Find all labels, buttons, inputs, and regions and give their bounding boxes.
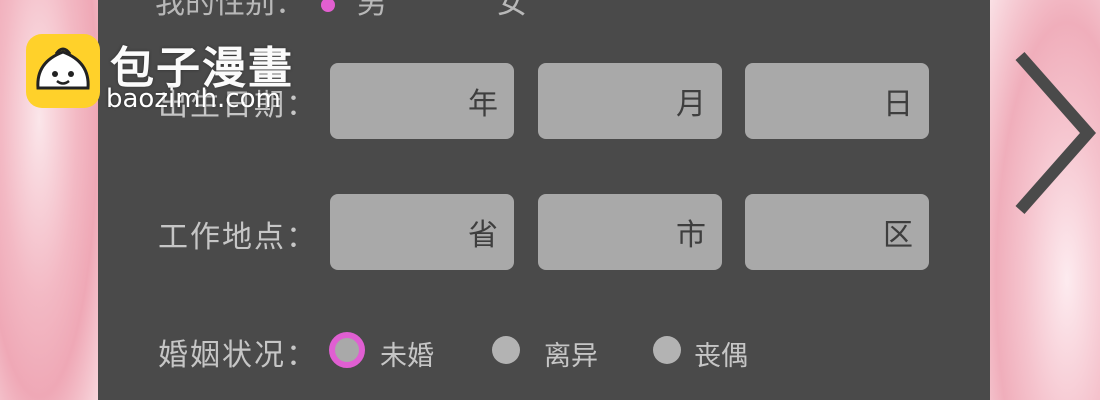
chevron-right-icon[interactable] [1006, 48, 1097, 218]
work-city-text: 市 [676, 218, 706, 253]
gender-radio-male[interactable] [321, 0, 335, 12]
marital-option-divorced: 离异 [544, 341, 598, 372]
birth-day-text: 日 [883, 87, 913, 122]
gender-option-female: 女 [497, 0, 527, 21]
gender-row: 我的性别： 男 女 [155, 0, 527, 21]
marital-radio-widowed[interactable] [653, 336, 681, 364]
work-city-select[interactable]: 市 [538, 194, 722, 270]
work-province-text: 省 [468, 218, 498, 253]
birth-month-text: 月 [676, 87, 706, 122]
birth-year-select[interactable]: 年 [330, 63, 514, 139]
birth-day-select[interactable]: 日 [745, 63, 929, 139]
watermark-url: baozimh.com [106, 84, 281, 114]
work-district-text: 区 [883, 218, 913, 253]
birth-month-select[interactable]: 月 [538, 63, 722, 139]
marital-option-widowed: 丧偶 [694, 341, 748, 372]
work-location-label: 工作地点： [158, 220, 318, 255]
bun-face-icon [26, 34, 100, 108]
work-district-select[interactable]: 区 [745, 194, 929, 270]
marital-status-label: 婚姻状况： [158, 338, 318, 373]
birth-year-text: 年 [468, 87, 498, 122]
gender-label: 我的性别： [155, 0, 305, 21]
work-province-select[interactable]: 省 [330, 194, 514, 270]
gender-option-male: 男 [357, 0, 387, 21]
marital-radio-single[interactable] [329, 332, 365, 368]
marital-radio-divorced[interactable] [492, 336, 520, 364]
marital-option-single: 未婚 [380, 341, 434, 372]
